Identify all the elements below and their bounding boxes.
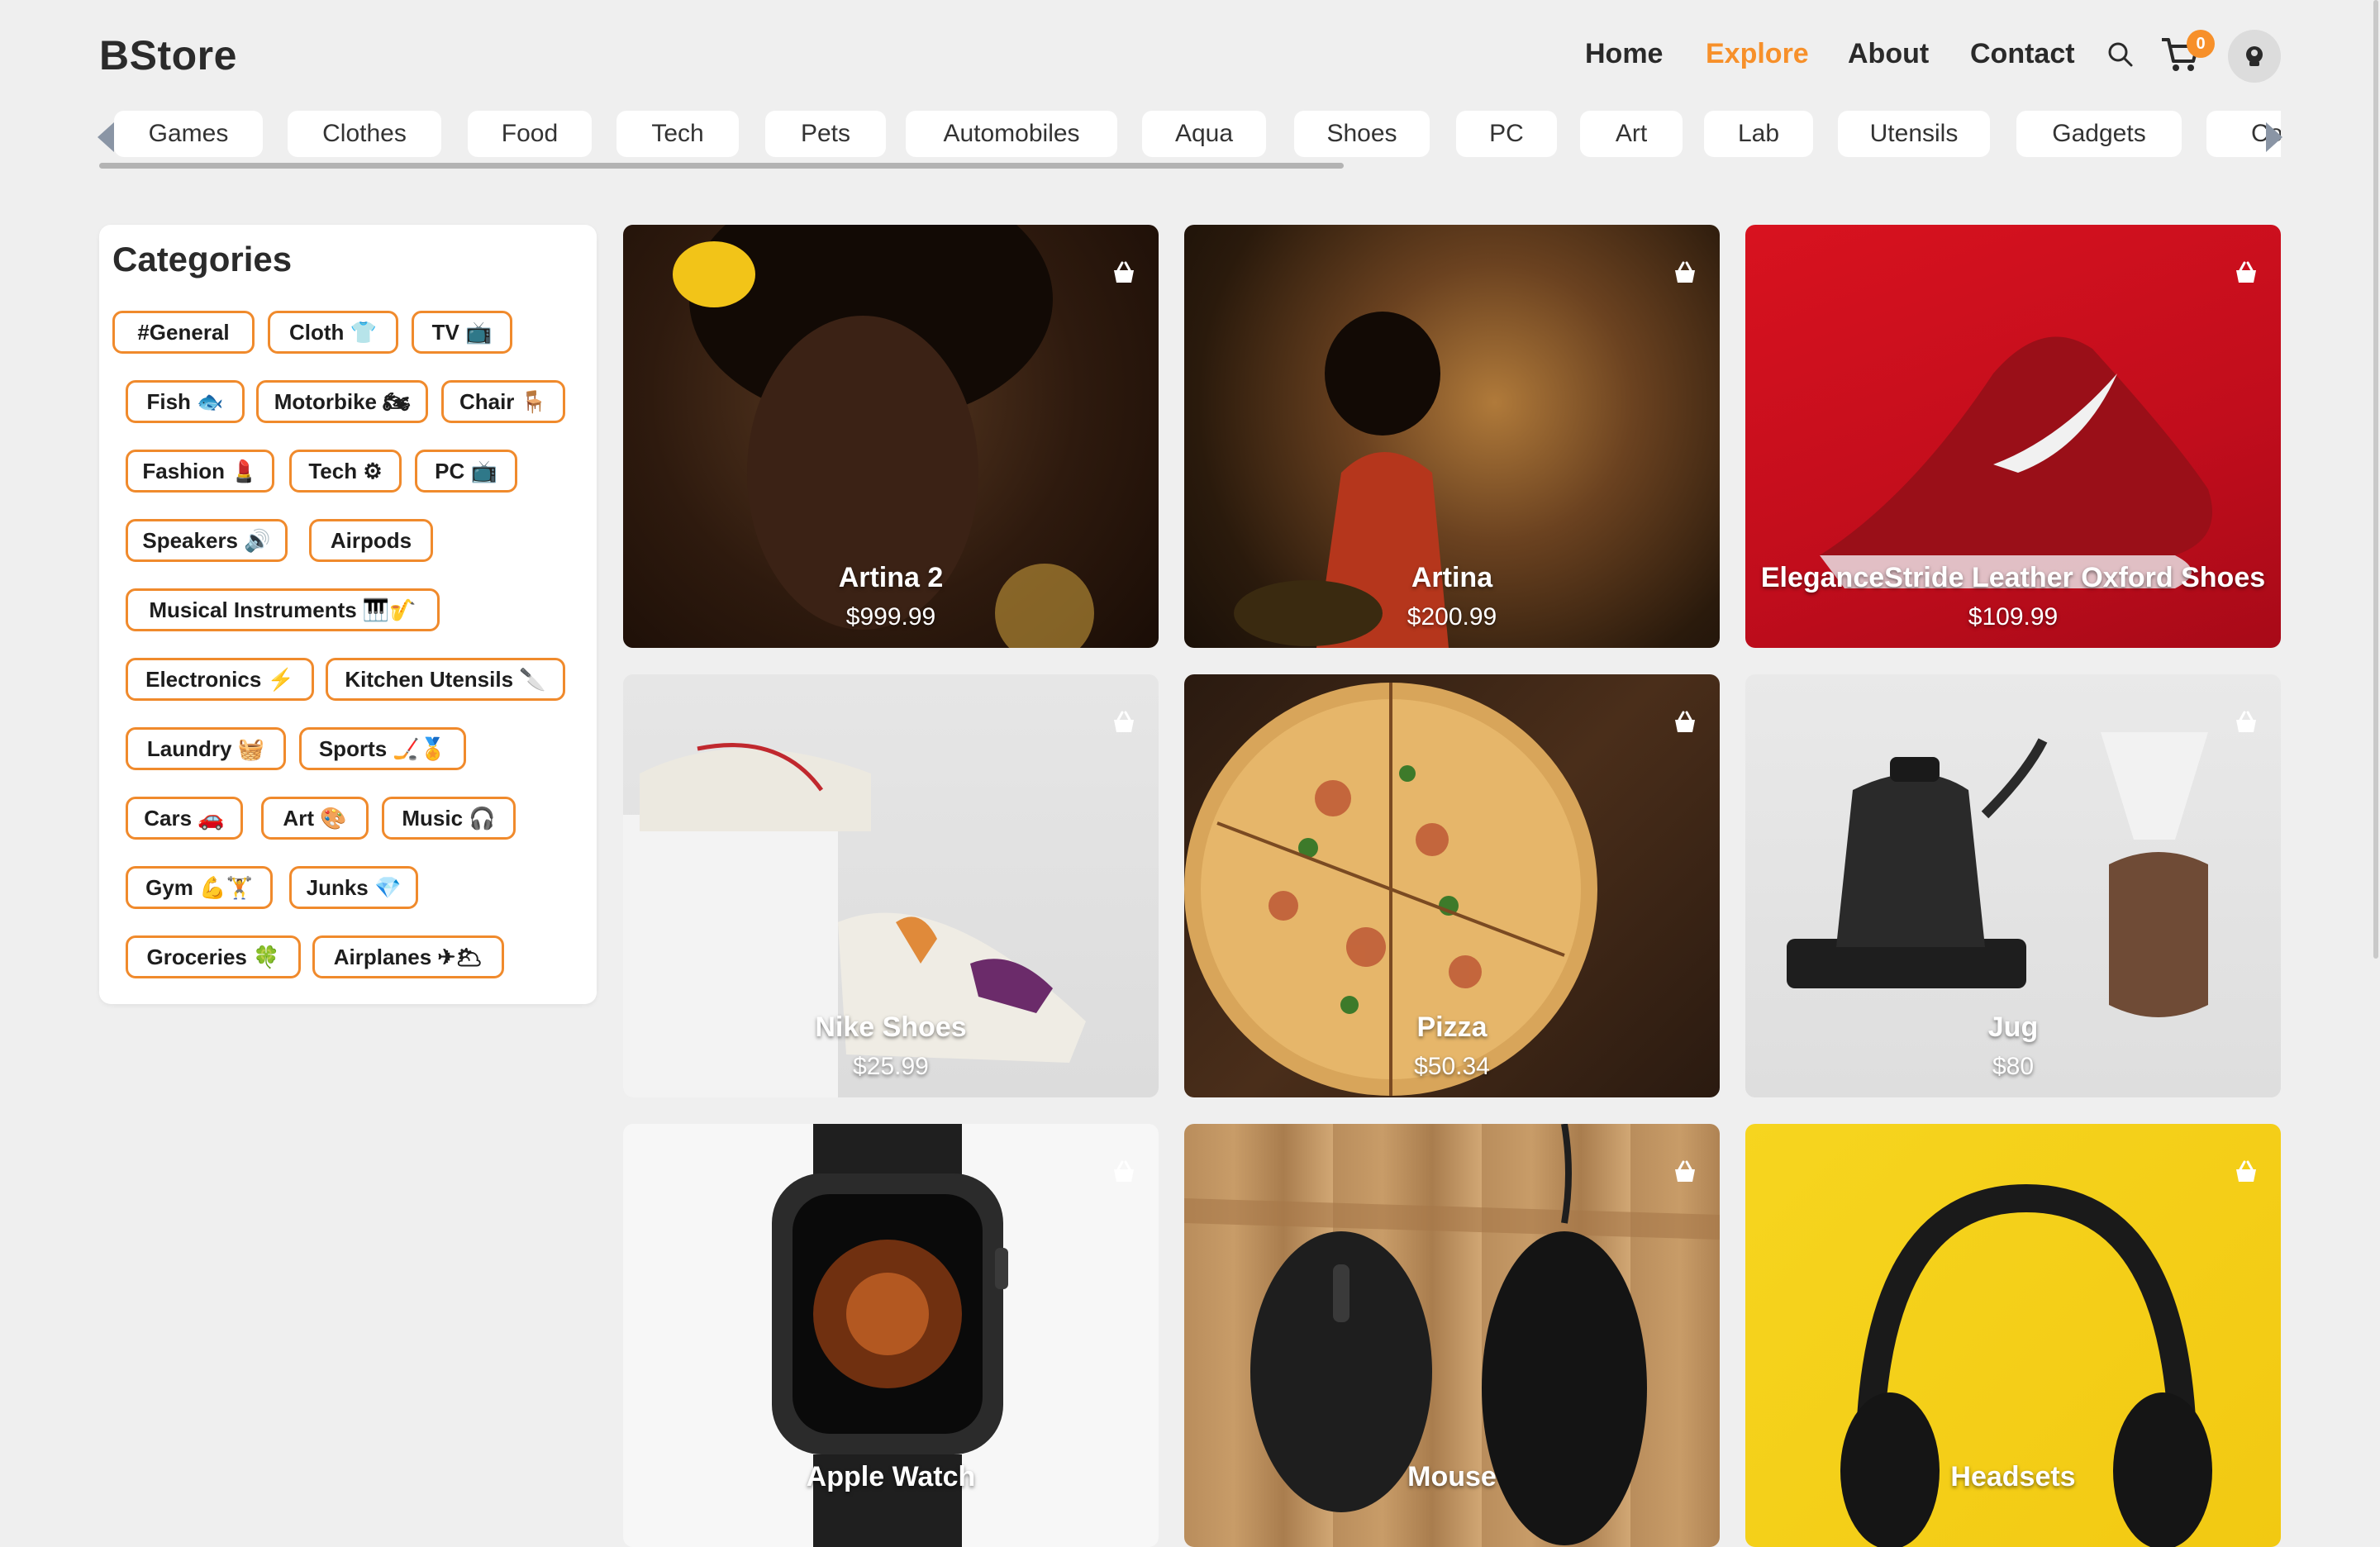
tag-laundry[interactable]: Laundry 🧺 — [126, 727, 286, 770]
add-to-basket-icon[interactable] — [1111, 259, 1137, 286]
tag-fish[interactable]: Fish 🐟 — [126, 380, 245, 423]
product-card[interactable]: Artina $200.99 — [1184, 225, 1720, 648]
tag-cars[interactable]: Cars 🚗 — [126, 797, 243, 840]
strip-chip-aqua[interactable]: Aqua — [1142, 111, 1266, 157]
header: BStore Home Explore About Contact 0 — [0, 0, 2380, 107]
categories-title: Categories — [112, 240, 293, 278]
tag-gym[interactable]: Gym 💪🏋 — [126, 866, 273, 909]
product-title: Headsets — [1950, 1461, 2076, 1492]
tag-music[interactable]: Music 🎧 — [382, 797, 516, 840]
add-to-basket-icon[interactable] — [1111, 709, 1137, 735]
tag-general[interactable]: #General — [112, 311, 255, 354]
strip-scroll-right-icon[interactable] — [2266, 122, 2282, 152]
page-scrollbar[interactable] — [2373, 0, 2378, 959]
strip-chip-automobiles[interactable]: Automobiles — [906, 111, 1117, 157]
strip-chip-art[interactable]: Art — [1580, 111, 1683, 157]
product-card[interactable]: Apple Watch — [623, 1124, 1159, 1547]
add-to-basket-icon[interactable] — [2233, 259, 2259, 286]
strip-chip-pc[interactable]: PC — [1456, 111, 1557, 157]
strip-chip-pets[interactable]: Pets — [765, 111, 886, 157]
search-icon[interactable] — [2107, 41, 2134, 68]
tag-speakers[interactable]: Speakers 🔊 — [126, 519, 288, 562]
product-card[interactable]: Nike Shoes $25.99 — [623, 674, 1159, 1097]
tag-electronics[interactable]: Electronics ⚡ — [126, 658, 314, 701]
product-card[interactable]: Pizza $50.34 — [1184, 674, 1720, 1097]
product-card[interactable]: Jug $80 — [1745, 674, 2281, 1097]
product-price: $200.99 — [1407, 603, 1497, 631]
categories-panel: Categories #General Cloth 👕 TV 📺 Fish 🐟 … — [99, 225, 597, 1004]
add-to-basket-icon[interactable] — [1672, 259, 1698, 286]
strip-chip-lab[interactable]: Lab — [1704, 111, 1813, 157]
tag-musical-instruments[interactable]: Musical Instruments 🎹🎷 — [126, 588, 440, 631]
product-title: Apple Watch — [806, 1461, 976, 1492]
product-card[interactable]: Headsets — [1745, 1124, 2281, 1547]
user-avatar-icon[interactable] — [2228, 30, 2281, 83]
nav-about[interactable]: About — [1848, 38, 1929, 70]
strip-scrollbar[interactable] — [99, 163, 1344, 169]
tag-airpods[interactable]: Airpods — [309, 519, 433, 562]
nav-explore[interactable]: Explore — [1706, 38, 1809, 70]
strip-chip-tech[interactable]: Tech — [616, 111, 739, 157]
nav-home[interactable]: Home — [1585, 38, 1663, 70]
tag-sports[interactable]: Sports 🏒🏅 — [299, 727, 466, 770]
cart-count-badge: 0 — [2187, 30, 2215, 58]
product-title: Nike Shoes — [815, 1011, 967, 1043]
product-card[interactable]: EleganceStride Leather Oxford Shoes $109… — [1745, 225, 2281, 648]
add-to-basket-icon[interactable] — [2233, 1159, 2259, 1185]
product-price: $25.99 — [853, 1053, 929, 1080]
tag-kitchen-utensils[interactable]: Kitchen Utensils 🔪 — [326, 658, 565, 701]
strip-chip-food[interactable]: Food — [468, 111, 592, 157]
tag-fashion[interactable]: Fashion 💄 — [126, 450, 274, 493]
product-title: Pizza — [1416, 1011, 1488, 1043]
product-title: Jug — [1987, 1011, 2039, 1043]
product-price: $999.99 — [845, 603, 936, 631]
product-price: $50.34 — [1414, 1053, 1490, 1080]
product-title: Artina 2 — [838, 562, 944, 593]
tag-junks[interactable]: Junks 💎 — [289, 866, 418, 909]
tag-chair[interactable]: Chair 🪑 — [441, 380, 565, 423]
category-strip: Games Clothes Food Tech Pets Automobiles… — [99, 111, 2281, 164]
add-to-basket-icon[interactable] — [2233, 709, 2259, 735]
strip-chip-gadgets[interactable]: Gadgets — [2016, 111, 2182, 157]
product-title: Artina — [1411, 562, 1493, 593]
product-title: EleganceStride Leather Oxford Shoes — [1760, 562, 2266, 593]
product-card[interactable]: Mouse — [1184, 1124, 1720, 1547]
strip-chip-games[interactable]: Games — [114, 111, 263, 157]
tag-groceries[interactable]: Groceries 🍀 — [126, 935, 301, 978]
product-title: Mouse — [1407, 1461, 1497, 1492]
brand-logo[interactable]: BStore — [99, 31, 237, 79]
tag-tech[interactable]: Tech ⚙ — [289, 450, 402, 493]
add-to-basket-icon[interactable] — [1111, 1159, 1137, 1185]
nav-contact[interactable]: Contact — [1970, 38, 2075, 70]
tag-cloth[interactable]: Cloth 👕 — [268, 311, 398, 354]
tag-tv[interactable]: TV 📺 — [412, 311, 512, 354]
add-to-basket-icon[interactable] — [1672, 1159, 1698, 1185]
product-price: $80 — [1992, 1053, 2035, 1080]
tag-pc[interactable]: PC 📺 — [415, 450, 517, 493]
strip-chip-utensils[interactable]: Utensils — [1838, 111, 1990, 157]
tag-motorbike[interactable]: Motorbike 🏍 — [256, 380, 428, 423]
add-to-basket-icon[interactable] — [1672, 709, 1698, 735]
product-card[interactable]: Artina 2 $999.99 — [623, 225, 1159, 648]
product-price: $109.99 — [1968, 603, 2059, 631]
strip-chip-shoes[interactable]: Shoes — [1294, 111, 1430, 157]
strip-chip-clothes[interactable]: Clothes — [288, 111, 441, 157]
tag-art[interactable]: Art 🎨 — [261, 797, 369, 840]
tag-airplanes[interactable]: Airplanes ✈🌥 — [312, 935, 504, 978]
